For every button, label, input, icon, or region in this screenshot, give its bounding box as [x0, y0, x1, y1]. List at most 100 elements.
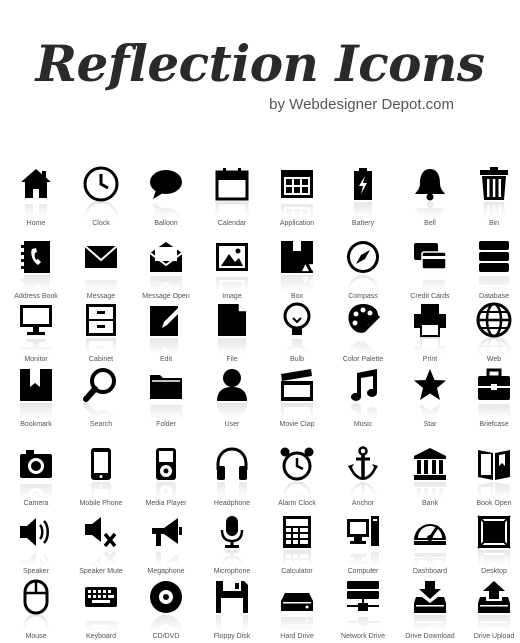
application-icon: [279, 170, 315, 218]
icon-tile-speaker: Speaker: [4, 514, 68, 576]
bell-icon: [412, 169, 448, 218]
icon-tile-camera: Camera: [4, 446, 68, 508]
icon-tile-floppy-disk: Floppy Disk: [200, 579, 264, 641]
icon-tile-web: Web: [462, 302, 520, 364]
icon-tile-battery: Battery: [331, 166, 395, 228]
icon-tile-mobile-phone: Mobile Phone: [69, 446, 133, 508]
box-icon: ▲▼▲▼: [279, 241, 315, 291]
image-icon: [214, 243, 250, 291]
music-icon: [345, 369, 381, 419]
icon-label: Balloon: [154, 220, 178, 227]
user-icon: [214, 369, 250, 419]
icon-tile-balloon: Balloon: [134, 166, 198, 228]
alarm-clock-icon: [279, 447, 315, 498]
hard-drive-icon: [279, 593, 315, 631]
icon-label: Database: [479, 293, 509, 300]
icon-tile-credit-cards: Credit Cards: [398, 239, 462, 301]
icon-label: Media Player: [145, 500, 187, 507]
desktop-icon: [476, 515, 512, 566]
movie-clap-icon: [279, 369, 315, 419]
icon-tile-drive-download: Drive Download: [398, 579, 462, 641]
megaphone-icon: [148, 518, 184, 566]
folder-icon: [148, 375, 184, 419]
icon-tile-monitor: Monitor: [4, 302, 68, 364]
icon-label: Box: [290, 293, 304, 300]
icon-tile-media-player: Media Player: [134, 446, 198, 508]
home-icon: [18, 169, 54, 218]
icon-tile-mouse: Mouse: [4, 579, 68, 641]
icon-tile-alarm-clock: Alarm Clock: [265, 446, 329, 508]
icon-label: Bulb: [289, 356, 304, 363]
icon-label: Desktop: [481, 568, 507, 575]
icon-label: Briefcase: [479, 421, 509, 428]
dashboard-icon: [412, 524, 448, 566]
icon-label: Edit: [159, 356, 173, 363]
icon-tile-bookmark: Bookmark: [4, 367, 68, 429]
microphone-icon: [214, 516, 250, 566]
icon-tile-box: ▲▼▲▼ Box: [265, 239, 329, 301]
calendar-icon: [214, 168, 250, 218]
icon-tile-dashboard: Dashboard: [398, 514, 462, 576]
icon-label: Hard Drive: [280, 633, 314, 640]
icon-label: Bin: [488, 220, 500, 227]
color-palette-icon: [345, 304, 381, 354]
icon-label: Calculator: [281, 568, 313, 575]
media-player-icon: [148, 448, 184, 498]
page-title: Reflection Icons: [35, 34, 485, 93]
icon-label: Alarm Clock: [278, 500, 316, 507]
icon-tile-microphone: Microphone: [200, 514, 264, 576]
icon-tile-speaker-mute: Speaker Mute: [69, 514, 133, 576]
mobile-phone-icon: [83, 448, 119, 498]
icon-tile-message-open: Message Open: [134, 239, 198, 301]
icon-tile-music: Music: [331, 367, 395, 429]
network-drive-icon: [345, 581, 381, 631]
anchor-icon: [345, 446, 381, 498]
speaker-mute-icon: [83, 517, 119, 566]
icon-tile-bell: Bell: [398, 166, 462, 228]
icon-label: Anchor: [351, 500, 375, 507]
icon-label: Megaphone: [147, 568, 185, 575]
bin-icon: [476, 167, 512, 218]
message-open-icon: [148, 242, 184, 291]
monitor-icon: [18, 305, 54, 354]
icon-label: Drive Upload: [473, 633, 515, 640]
icon-tile-color-palette: Color Palette: [331, 302, 395, 364]
icon-label: Book Open: [476, 500, 512, 507]
speaker-icon: [18, 518, 54, 566]
icon-tile-user: User: [200, 367, 264, 429]
floppy-disk-icon: [214, 581, 250, 631]
icon-tile-image: Image: [200, 239, 264, 301]
icon-label: Web: [486, 356, 502, 363]
icon-label: Application: [279, 220, 315, 227]
icon-tile-briefcase: Briefcase: [462, 367, 520, 429]
print-icon: [412, 304, 448, 354]
icon-label: Battery: [351, 220, 375, 227]
mouse-icon: [18, 579, 54, 631]
icon-label: Compass: [348, 293, 378, 300]
icon-label: Computer: [347, 568, 379, 575]
icon-tile-database: Database: [462, 239, 520, 301]
icon-tile-application: Application: [265, 166, 329, 228]
battery-icon: [345, 168, 381, 218]
icon-label: Movie Clap: [279, 421, 315, 428]
calculator-icon: [279, 516, 315, 566]
icon-tile-calculator: Calculator: [265, 514, 329, 576]
search-icon: [83, 368, 119, 419]
icon-tile-edit: Edit: [134, 302, 198, 364]
star-icon: [412, 369, 448, 419]
computer-icon: [345, 516, 381, 566]
drive-download-icon: [412, 581, 448, 631]
bulb-icon: [279, 302, 315, 354]
icon-tile-desktop: Desktop: [462, 514, 520, 576]
icon-tile-keyboard: Keyboard: [69, 579, 133, 641]
icon-tile-bulb: Bulb: [265, 302, 329, 364]
icon-tile-address-book: Address Book: [4, 239, 68, 301]
keyboard-icon: [83, 587, 119, 631]
icon-tile-folder: Folder: [134, 367, 198, 429]
book-open-icon: [476, 450, 512, 498]
icon-tile-message: Message: [69, 239, 133, 301]
cd-dvd-icon: [148, 581, 184, 631]
page-subtitle: by Webdesigner Depot.com: [269, 96, 454, 113]
file-icon: [214, 304, 250, 354]
icon-tile-network-drive: Network Drive: [331, 579, 395, 641]
